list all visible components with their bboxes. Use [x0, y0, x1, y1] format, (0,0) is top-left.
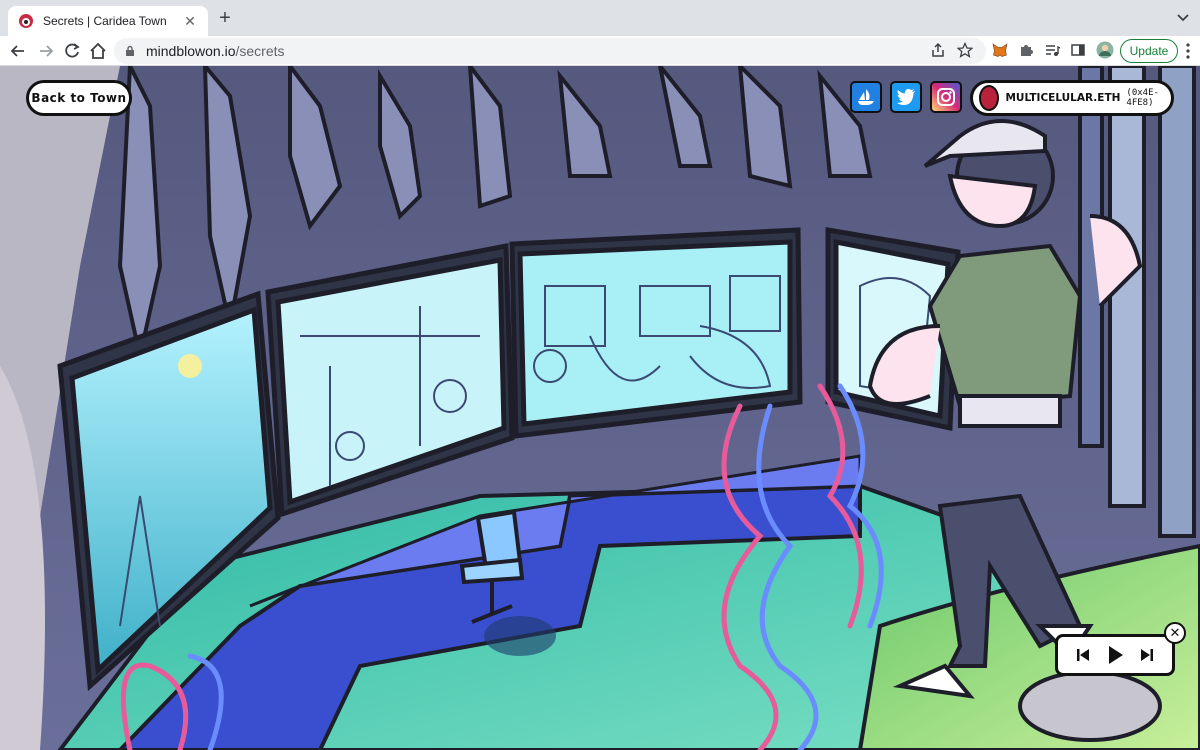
- browser-toolbar: mindblowon.io/secrets Update: [0, 36, 1200, 66]
- star-icon[interactable]: [957, 42, 973, 58]
- wallet-ens-name: MULTICELULAR.ETH: [1005, 92, 1121, 104]
- url-path: /secrets: [235, 43, 285, 59]
- secrets-page: Back to Town MULTICELULAR.ETH (0x4E-4FE8…: [0, 66, 1200, 750]
- tab-strip: Secrets | Caridea Town ✕ +: [0, 0, 1200, 36]
- secret-cave-illustration: [0, 66, 1200, 750]
- instagram-button[interactable]: [930, 81, 962, 113]
- wallet-avatar: [979, 85, 1000, 111]
- wallet-address: (0x4E-4FE8): [1126, 88, 1159, 108]
- opensea-button[interactable]: [850, 81, 882, 113]
- update-button[interactable]: Update: [1120, 39, 1178, 63]
- player-close-icon[interactable]: ✕: [1164, 622, 1186, 644]
- side-panel-icon[interactable]: [1070, 42, 1086, 58]
- extensions-puzzle-icon[interactable]: [1018, 42, 1034, 58]
- opensea-icon: [858, 89, 874, 105]
- back-to-town-button[interactable]: Back to Town: [26, 80, 132, 116]
- share-icon[interactable]: [930, 42, 946, 58]
- metamask-fox-icon[interactable]: [992, 42, 1008, 58]
- play-icon[interactable]: [1104, 644, 1126, 666]
- music-player: [1055, 634, 1175, 676]
- rock: [1018, 670, 1162, 742]
- twitter-button[interactable]: [890, 81, 922, 113]
- browser-tab-active[interactable]: Secrets | Caridea Town ✕: [8, 6, 208, 36]
- twitter-icon: [897, 88, 915, 105]
- url-text: mindblowon.io/secrets: [146, 43, 285, 59]
- tab-close-icon[interactable]: ✕: [182, 13, 198, 30]
- url-host: mindblowon.io: [146, 43, 236, 59]
- wallet-account-button[interactable]: MULTICELULAR.ETH (0x4E-4FE8): [970, 80, 1174, 116]
- new-tab-button[interactable]: +: [214, 8, 236, 30]
- reload-icon[interactable]: [62, 41, 82, 61]
- tab-title: Secrets | Caridea Town: [43, 14, 167, 28]
- profile-avatar[interactable]: [1096, 41, 1114, 59]
- media-queue-icon[interactable]: [1044, 42, 1060, 58]
- lock-icon[interactable]: [124, 45, 136, 57]
- site-favicon-icon: [19, 14, 33, 28]
- home-icon[interactable]: [88, 41, 108, 61]
- address-bar[interactable]: mindblowon.io/secrets: [114, 38, 986, 64]
- back-arrow-icon[interactable]: [8, 41, 28, 61]
- forward-arrow-icon[interactable]: [36, 41, 56, 61]
- previous-track-icon[interactable]: [1074, 646, 1092, 664]
- tab-search-chevron-icon[interactable]: [1176, 11, 1190, 25]
- next-track-icon[interactable]: [1138, 646, 1156, 664]
- more-menu-icon[interactable]: [1182, 42, 1194, 60]
- instagram-icon: [937, 88, 955, 106]
